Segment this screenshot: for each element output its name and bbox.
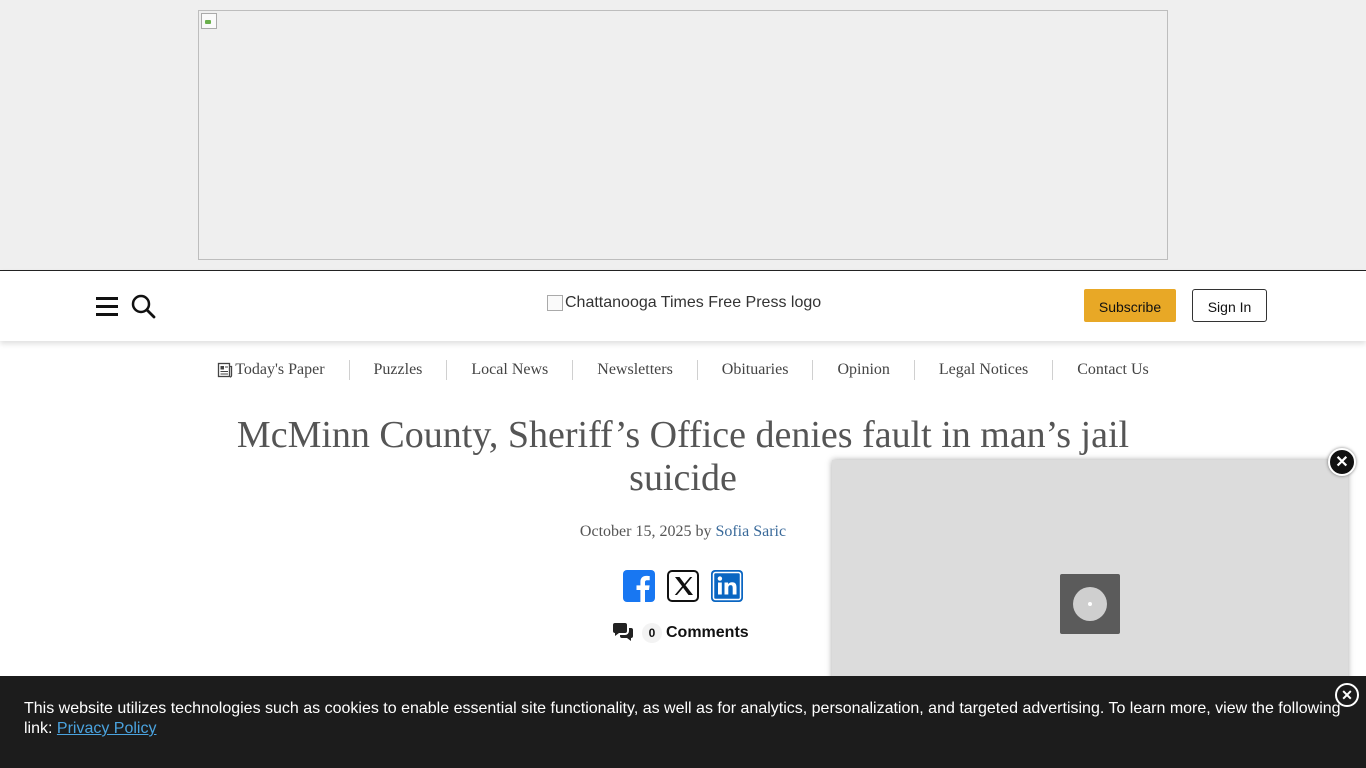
top-ad-area	[0, 0, 1366, 270]
site-logo[interactable]: Chattanooga Times Free Press logo	[547, 294, 821, 312]
nav-item-label: Newsletters	[597, 361, 673, 378]
section-nav: Today's Paper Puzzles Local News Newslet…	[0, 355, 1366, 385]
broken-image-icon	[547, 295, 563, 311]
nav-item-label: Today's Paper	[235, 361, 325, 378]
facebook-icon[interactable]	[623, 570, 655, 602]
menu-icon[interactable]	[96, 297, 118, 316]
cookie-text: This website utilizes technologies such …	[24, 700, 1341, 737]
subscribe-button[interactable]: Subscribe	[1084, 289, 1176, 322]
sign-in-button[interactable]: Sign In	[1192, 289, 1267, 322]
publish-date: October 15, 2025	[579, 523, 692, 540]
x-twitter-icon[interactable]	[667, 570, 699, 602]
comments-count: 0	[642, 623, 662, 643]
nav-item-label: Opinion	[837, 361, 890, 378]
nav-item-opinion[interactable]: Opinion	[812, 360, 913, 380]
privacy-policy-link[interactable]: Privacy Policy	[57, 720, 157, 737]
comments-label: Comments	[666, 624, 749, 641]
nav-item-label: Contact Us	[1077, 361, 1149, 378]
byline-by: by	[695, 523, 712, 540]
comments-icon	[613, 623, 633, 641]
comments-link[interactable]: 0 Comments	[612, 622, 749, 644]
nav-item-legal-notices[interactable]: Legal Notices	[913, 360, 1052, 380]
cookie-banner: This website utilizes technologies such …	[0, 676, 1366, 768]
nav-item-label: Local News	[471, 361, 549, 378]
search-icon[interactable]	[130, 293, 156, 319]
nav-item-newsletters[interactable]: Newsletters	[572, 360, 697, 380]
logo-alt-text: Chattanooga Times Free Press logo	[565, 294, 822, 311]
nav-item-label: Legal Notices	[938, 361, 1029, 378]
nav-item-obituaries[interactable]: Obituaries	[696, 360, 813, 380]
nav-item-contact-us[interactable]: Contact Us	[1052, 360, 1173, 380]
nav-item-label: Obituaries	[721, 361, 789, 378]
broken-image-icon	[201, 13, 217, 29]
play-button[interactable]	[1060, 574, 1120, 634]
floating-video-player[interactable]	[832, 460, 1348, 700]
nav-item-local-news[interactable]: Local News	[446, 360, 572, 380]
close-video-icon[interactable]: ✕	[1328, 448, 1356, 476]
newspaper-icon	[218, 362, 233, 378]
linkedin-icon[interactable]	[711, 570, 743, 602]
close-cookie-icon[interactable]: ✕	[1335, 683, 1359, 707]
cookie-message: This website utilizes technologies such …	[24, 699, 1344, 739]
ad-banner[interactable]	[198, 10, 1168, 260]
nav-item-todays-paper[interactable]: Today's Paper	[193, 360, 348, 380]
share-buttons	[623, 570, 743, 602]
nav-item-puzzles[interactable]: Puzzles	[348, 360, 447, 380]
site-header: Chattanooga Times Free Press logo Subscr…	[0, 270, 1366, 341]
author-link[interactable]: Sofia Saric	[715, 523, 786, 540]
nav-item-label: Puzzles	[373, 361, 423, 378]
